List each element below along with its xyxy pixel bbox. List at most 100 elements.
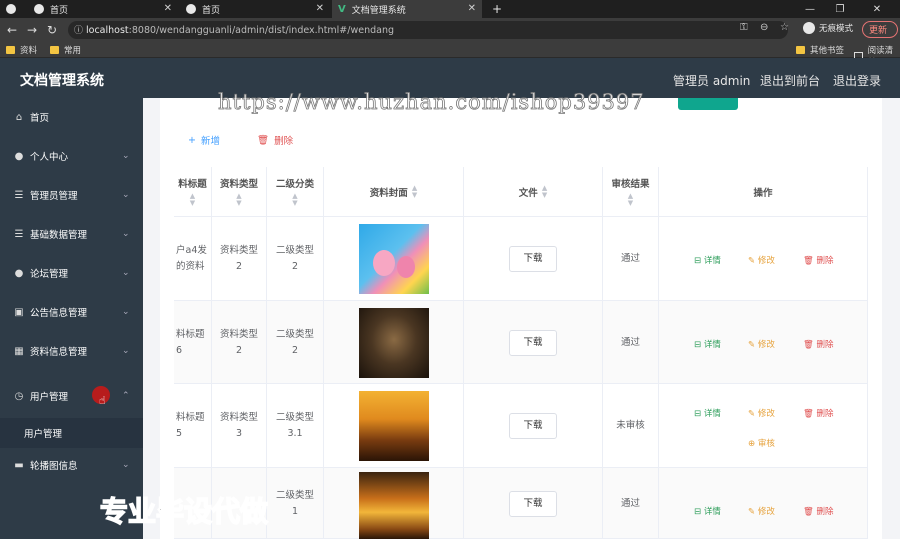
browser-menu-icon[interactable] (0, 0, 22, 18)
chevron-down-icon: ⌄ (122, 151, 130, 161)
delete-button[interactable]: 🗑 删除 (803, 337, 834, 353)
sidebar-subitem-users[interactable]: 用户管理 (0, 418, 143, 448)
column-header-result[interactable]: 审核结果 ▲ ▼ (603, 167, 659, 217)
close-icon[interactable]: ✕ (164, 3, 172, 14)
edit-button[interactable]: ✎ 修改 (748, 504, 775, 520)
tab-title: 首页 (50, 5, 69, 16)
back-to-front-link[interactable]: 退出到前台 (760, 72, 820, 89)
download-button[interactable]: 下载 (509, 329, 557, 356)
detail-button[interactable]: ⊟ 详情 (694, 504, 721, 520)
key-icon[interactable]: ⚿ (740, 22, 748, 33)
sidebar: ⌂ 首页 ● 个人中心 ⌄ ☰ 管理员管理 ⌄ ☰ 基础数据管理 ⌄ ● 论坛管… (0, 98, 143, 539)
column-header-title[interactable]: 料标题 ▲ ▼ (174, 167, 212, 217)
back-icon[interactable]: ← (4, 22, 20, 38)
sidebar-item-forum[interactable]: ● 论坛管理 ⌄ (0, 254, 143, 292)
download-button[interactable]: 下载 (509, 490, 557, 517)
sort-icon[interactable]: ▲ ▼ (628, 193, 633, 207)
close-icon[interactable]: ✕ (468, 3, 476, 14)
detail-button[interactable]: ⊟ 详情 (694, 337, 721, 353)
column-header-subtype[interactable]: 二级分类 ▲ ▼ (267, 167, 324, 217)
sidebar-item-home[interactable]: ⌂ 首页 (0, 98, 143, 136)
cell-cover (324, 301, 464, 384)
delete-button[interactable]: 🗑 删除 (803, 406, 834, 422)
window-close-icon[interactable]: ✕ (862, 0, 892, 18)
sidebar-item-carousel[interactable]: ▬ 轮播图信息 ⌄ (0, 446, 143, 484)
cell-file: 下载 (464, 384, 603, 468)
grid-icon: ▦ (14, 345, 24, 357)
close-icon[interactable]: ✕ (316, 3, 324, 14)
column-header-actions: 操作 (659, 167, 868, 217)
edit-button[interactable]: ✎ 修改 (748, 406, 775, 422)
cover-image-peppa[interactable] (358, 224, 429, 294)
minimize-icon[interactable]: — (795, 0, 825, 18)
update-button[interactable]: 更新 (862, 21, 898, 38)
cell-actions: ⊟ 详情 ✎ 修改 🗑 删除 ⊕ 审核 (659, 384, 868, 468)
search-button[interactable] (678, 98, 738, 110)
url-input[interactable]: localhost:8080/wendangguanli/admin/dist/… (68, 21, 788, 39)
sort-icon[interactable]: ▲ ▼ (412, 184, 417, 199)
sort-icon[interactable]: ▲ ▼ (292, 193, 297, 207)
incognito-indicator[interactable]: 无痕模式 (803, 22, 853, 34)
sidebar-item-materials[interactable]: ▦ 资料信息管理 ⌄ (0, 332, 143, 370)
bookmark-folder[interactable]: 资料 (6, 44, 37, 56)
cover-image-dark[interactable] (358, 307, 429, 378)
sidebar-item-basic-data[interactable]: ☰ 基础数据管理 ⌄ (0, 215, 143, 253)
update-label: 更新 (869, 26, 888, 36)
detail-button[interactable]: ⊟ 详情 (694, 253, 721, 269)
sidebar-item-users[interactable]: ◷ 用户管理 ⌃ (0, 377, 143, 415)
delete-button[interactable]: 🗑 删除 (803, 504, 834, 520)
cover-image-sunset[interactable] (358, 472, 429, 539)
tab-title: 文档管理系统 (351, 5, 406, 16)
trash-icon: 🗑 (257, 134, 270, 146)
restore-icon[interactable]: ❐ (825, 0, 855, 18)
batch-delete-button[interactable]: 🗑 删除 (257, 133, 293, 148)
new-tab-button[interactable]: + (486, 0, 502, 18)
cell-type: 资料类型 2 (212, 301, 267, 384)
cell-subtype: 二级类型 3.1 (267, 384, 324, 468)
column-header-type[interactable]: 资料类型 ▲ ▼ (212, 167, 267, 217)
cover-image-sunset[interactable] (358, 391, 429, 461)
forward-icon[interactable]: → (24, 22, 40, 38)
download-button[interactable]: 下载 (509, 413, 557, 439)
star-icon[interactable]: ☆ (780, 22, 789, 33)
download-button[interactable]: 下载 (509, 246, 557, 272)
edit-button[interactable]: ✎ 修改 (748, 337, 775, 353)
sidebar-item-notices[interactable]: ▣ 公告信息管理 ⌄ (0, 293, 143, 331)
cell-cover (324, 468, 464, 539)
browser-tab[interactable]: 首页 ✕ (28, 0, 178, 18)
table-row: 料标题 6 资料类型 2 二级类型 2 下载 通过 ⊟ 详情 ✎ 修改 🗑 删除 (174, 301, 868, 384)
sort-icon[interactable]: ▲ ▼ (190, 193, 195, 207)
audit-button[interactable]: ⊕ 审核 (748, 436, 775, 452)
sidebar-item-profile[interactable]: ● 个人中心 ⌄ (0, 137, 143, 175)
sidebar-item-admins[interactable]: ☰ 管理员管理 ⌄ (0, 176, 143, 214)
edit-button[interactable]: ✎ 修改 (748, 253, 775, 269)
admin-user-link[interactable]: 管理员 admin (673, 72, 750, 89)
column-header-cover[interactable]: 资料封面 ▲ ▼ (324, 167, 464, 217)
reload-icon[interactable]: ↻ (44, 22, 60, 38)
zoom-icon[interactable]: ⊖ (760, 22, 768, 33)
clipboard-icon: ▣ (14, 306, 24, 318)
add-button[interactable]: + 新增 (188, 133, 220, 148)
header-label: 操作 (753, 187, 773, 199)
detail-button[interactable]: ⊟ 详情 (694, 406, 721, 422)
sidebar-item-label: 个人中心 (30, 152, 69, 163)
cell-file: 下载 (464, 468, 603, 539)
delete-button[interactable]: 🗑 删除 (803, 253, 834, 269)
vue-logo-icon: V (338, 3, 346, 15)
list-icon: ☰ (14, 189, 24, 201)
cell-file: 下载 (464, 217, 603, 301)
sort-icon[interactable]: ▲ ▼ (236, 193, 241, 207)
browser-tab[interactable]: 首页 ✕ (180, 0, 330, 18)
logout-link[interactable]: 退出登录 (833, 72, 881, 89)
watermark-text: 专业毕设代做 (99, 494, 269, 529)
info-icon[interactable]: ⓘ (74, 23, 83, 36)
folder-icon (50, 46, 59, 54)
sidebar-item-label: 用户管理 (30, 392, 69, 403)
browser-tab-active[interactable]: V 文档管理系统 ✕ (332, 0, 482, 18)
sort-icon[interactable]: ▲ ▼ (542, 184, 547, 199)
bookmark-folder[interactable]: 其他书签 (796, 44, 844, 56)
bookmark-folder[interactable]: 常用 (50, 44, 81, 56)
chevron-down-icon: ⌄ (122, 460, 130, 470)
incognito-icon (803, 22, 815, 34)
column-header-file[interactable]: 文件 ▲ ▼ (464, 167, 603, 217)
